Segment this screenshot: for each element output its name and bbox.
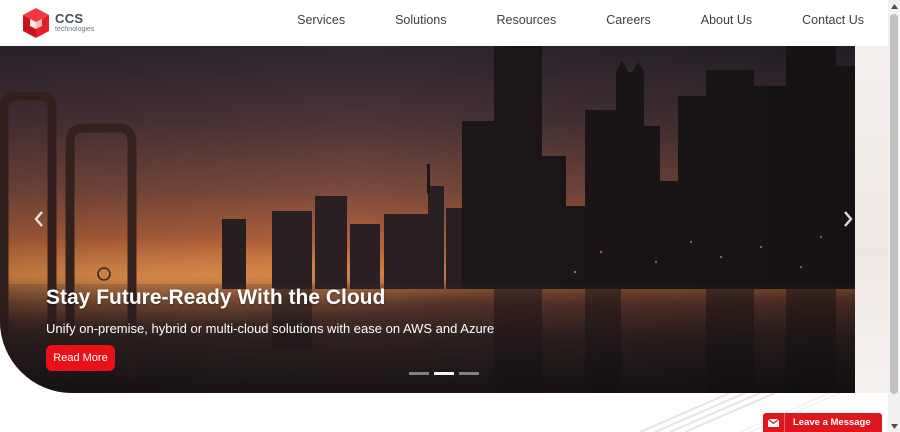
caret-up-icon [890,3,898,9]
hero-slider: Stay Future-Ready With the Cloud Unify o… [0,46,888,393]
leave-message-label: Leave a Message [793,417,871,428]
main-nav: Services Solutions Resources Careers Abo… [247,0,864,40]
scroll-up-button[interactable] [888,0,900,12]
leave-message-widget[interactable]: Leave a Message [763,413,882,432]
site-header: CCS technologies Services Solutions Reso… [0,0,888,46]
nav-item-solutions[interactable]: Solutions [395,13,446,27]
scroll-down-button[interactable] [888,420,900,432]
hero-subtitle: Unify on-premise, hybrid or multi-cloud … [46,321,495,336]
nav-item-about-us[interactable]: About Us [701,13,752,27]
decorative-side-strip [855,46,888,393]
brand-tagline: technologies [55,26,95,33]
cube-logo-icon [23,8,49,38]
hero-title: Stay Future-Ready With the Cloud [46,286,386,309]
slider-dot-3[interactable] [459,372,479,375]
brand-logo[interactable]: CCS technologies [21,7,94,39]
nav-item-resources[interactable]: Resources [497,13,557,27]
nav-item-contact-us[interactable]: Contact Us [802,13,864,27]
read-more-button[interactable]: Read More [46,345,115,371]
brand-name: CCS [55,11,84,26]
slider-dot-1[interactable] [409,372,429,375]
caret-down-icon [890,423,898,429]
nav-item-services[interactable]: Services [297,13,345,27]
scrollbar-thumb[interactable] [890,14,898,394]
page-scrollbar[interactable] [888,0,900,432]
chevron-left-icon [34,211,43,227]
chevron-right-icon [844,211,853,227]
nav-item-careers[interactable]: Careers [606,13,650,27]
slider-indicators [409,372,484,376]
slider-prev-button[interactable] [28,206,50,232]
envelope-icon [768,418,779,427]
slider-dot-2[interactable] [434,372,454,375]
